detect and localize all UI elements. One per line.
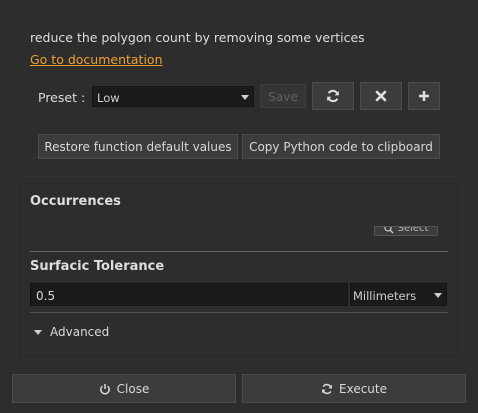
section-divider [30,251,448,252]
occurrences-title: Occurrences [30,194,121,209]
preset-select[interactable]: Low [92,86,254,107]
surfacic-tolerance-input[interactable]: 0.5 [30,283,348,306]
select-occurrences-button[interactable]: Select [374,226,438,236]
function-description: reduce the polygon count by removing som… [30,30,365,45]
refresh-icon [321,383,333,395]
power-icon [99,383,111,395]
close-icon [375,90,387,102]
save-preset-button[interactable]: Save [260,84,306,108]
add-preset-button[interactable] [408,82,440,110]
search-icon [383,227,394,234]
documentation-link[interactable]: Go to documentation [30,52,163,67]
restore-defaults-button[interactable]: Restore function default values [38,134,238,159]
advanced-label: Advanced [50,325,110,339]
execute-button-label: Execute [339,381,387,396]
preset-selected-value: Low [97,91,120,105]
advanced-toggle[interactable]: Advanced [34,325,109,339]
execute-button[interactable]: Execute [242,374,466,403]
select-occurrences-label: Select [397,226,429,234]
close-button[interactable]: Close [12,374,236,403]
chevron-down-icon [241,95,249,100]
delete-preset-button[interactable] [360,82,402,110]
unit-selected-value: Millimeters [353,289,417,303]
reload-preset-button[interactable] [312,82,354,110]
refresh-icon [326,89,340,103]
chevron-down-icon [434,293,442,298]
preset-label: Preset : [38,90,86,105]
section-divider [30,312,448,313]
caret-down-icon [34,329,42,335]
copy-python-code-button[interactable]: Copy Python code to clipboard [242,134,440,159]
plus-icon [418,90,430,102]
close-button-label: Close [116,381,150,396]
surfacic-tolerance-title: Surfacic Tolerance [30,259,165,274]
unit-select[interactable]: Millimeters [350,283,447,306]
